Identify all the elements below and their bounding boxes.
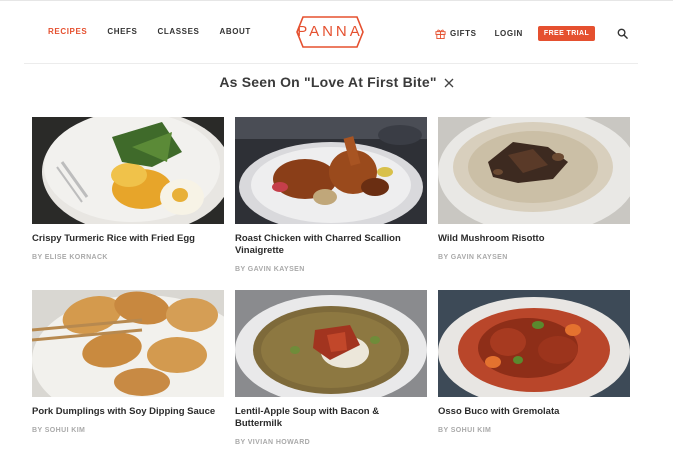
recipe-title[interactable]: Crispy Turmeric Rice with Fried Egg: [32, 233, 224, 245]
page-title: As Seen On "Love At First Bite": [219, 74, 437, 90]
recipe-title[interactable]: Lentil-Apple Soup with Bacon & Buttermil…: [235, 406, 427, 430]
recipe-image[interactable]: [32, 117, 224, 224]
gifts-link[interactable]: GIFTS: [435, 28, 477, 39]
recipe-author[interactable]: by SOHUI KIM: [438, 427, 630, 434]
recipe-image[interactable]: [235, 290, 427, 397]
main-nav: RECIPES CHEFS CLASSES ABOUT: [48, 27, 271, 36]
close-icon[interactable]: [444, 78, 454, 88]
recipe-image[interactable]: [438, 290, 630, 397]
recipe-author[interactable]: by GAVIN KAYSEN: [438, 254, 630, 261]
recipe-title[interactable]: Osso Buco with Gremolata: [438, 406, 630, 418]
recipe-author[interactable]: by ELISE KORNACK: [32, 254, 224, 261]
recipe-card[interactable]: Lentil-Apple Soup with Bacon & Buttermil…: [235, 290, 427, 446]
recipe-card[interactable]: Wild Mushroom Risotto by GAVIN KAYSEN: [438, 117, 630, 261]
recipe-image[interactable]: [438, 117, 630, 224]
gifts-label: GIFTS: [450, 28, 477, 38]
panna-logo[interactable]: PANNA: [296, 16, 364, 48]
nav-chefs[interactable]: CHEFS: [107, 27, 137, 36]
recipe-card[interactable]: Osso Buco with Gremolata by SOHUI KIM: [438, 290, 630, 434]
recipe-card[interactable]: Roast Chicken with Charred Scallion Vina…: [235, 117, 427, 273]
recipe-image[interactable]: [235, 117, 427, 224]
nav-classes[interactable]: CLASSES: [157, 27, 199, 36]
recipe-card[interactable]: Pork Dumplings with Soy Dipping Sauce by…: [32, 290, 224, 434]
recipe-author[interactable]: by SOHUI KIM: [32, 427, 224, 434]
recipe-title[interactable]: Wild Mushroom Risotto: [438, 233, 630, 245]
recipe-title[interactable]: Pork Dumplings with Soy Dipping Sauce: [32, 406, 224, 418]
nav-recipes[interactable]: RECIPES: [48, 27, 87, 36]
account-nav: GIFTS LOGIN FREE TRIAL: [435, 25, 628, 41]
search-icon[interactable]: [617, 28, 628, 39]
recipe-author[interactable]: by VIVIAN HOWARD: [235, 439, 427, 446]
free-trial-button[interactable]: FREE TRIAL: [537, 25, 596, 41]
logo-text: PANNA: [297, 23, 363, 40]
page-title-row: As Seen On "Love At First Bite": [0, 74, 673, 90]
recipe-title[interactable]: Roast Chicken with Charred Scallion Vina…: [235, 233, 427, 257]
recipe-card[interactable]: Crispy Turmeric Rice with Fried Egg by E…: [32, 117, 224, 261]
recipe-author[interactable]: by GAVIN KAYSEN: [235, 266, 427, 273]
recipe-image[interactable]: [32, 290, 224, 397]
site-header: RECIPES CHEFS CLASSES ABOUT PANNA GIFTS …: [0, 0, 673, 64]
login-link[interactable]: LOGIN: [495, 29, 523, 38]
header-divider: [24, 63, 638, 64]
nav-about[interactable]: ABOUT: [219, 27, 250, 36]
gift-icon: [435, 29, 446, 39]
